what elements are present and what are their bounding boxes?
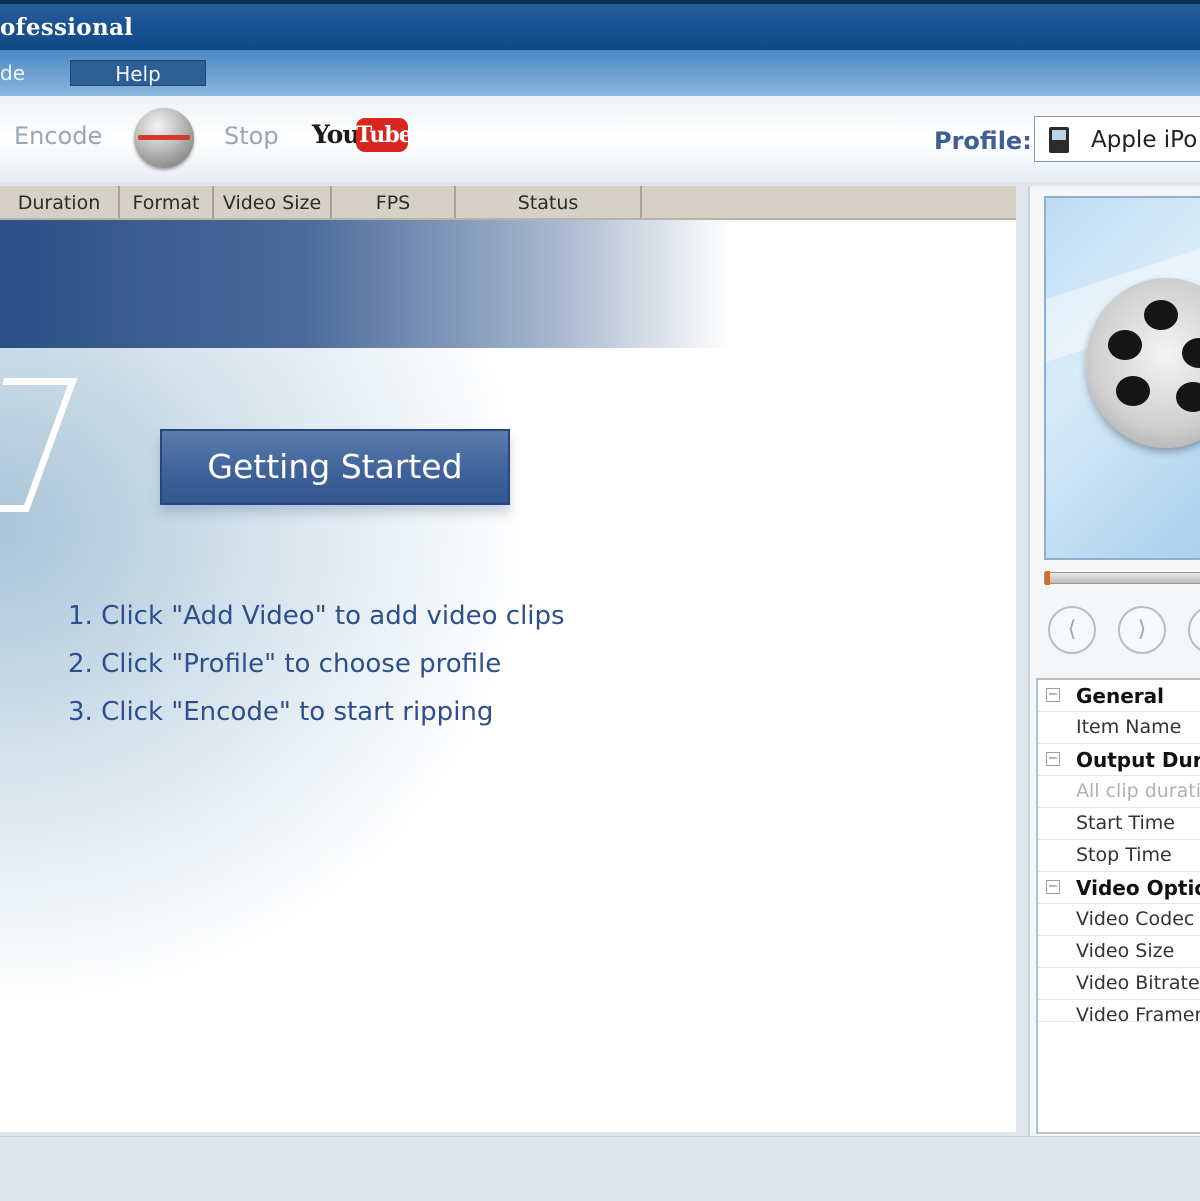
property-group-video-options[interactable]: − Video Optio: [1038, 872, 1200, 904]
collapse-icon[interactable]: −: [1046, 880, 1060, 894]
property-row: All clip duratio: [1038, 776, 1200, 808]
menu-help[interactable]: Help: [70, 60, 206, 86]
reel-hole: [1176, 382, 1200, 412]
property-row[interactable]: Item Name: [1038, 712, 1200, 744]
property-row[interactable]: Stop Time: [1038, 840, 1200, 872]
column-status[interactable]: Status: [456, 186, 642, 218]
property-label: Video Optio: [1076, 876, 1200, 900]
property-row[interactable]: Video Codec: [1038, 904, 1200, 936]
welcome-banner: [0, 220, 1016, 348]
record-icon[interactable]: [134, 108, 194, 168]
property-label: Video Size: [1076, 940, 1175, 962]
property-group-general[interactable]: − General: [1038, 680, 1200, 712]
property-label: Start Time: [1076, 812, 1175, 834]
step-2-text: 2. Click "Profile" to choose profile: [68, 649, 502, 679]
step-3-text: 3. Click "Encode" to start ripping: [68, 697, 494, 727]
property-label: Video Framer: [1076, 1004, 1200, 1022]
property-row[interactable]: Video Size: [1038, 936, 1200, 968]
profile-select-value: Apple iPo: [1091, 127, 1198, 153]
column-format[interactable]: Format: [120, 186, 214, 218]
window-title: ofessional: [0, 14, 134, 41]
file-list-header: Duration Format Video Size FPS Status: [0, 186, 1016, 220]
youtube-logo-you: You: [312, 120, 361, 149]
property-row[interactable]: Video Framer: [1038, 1000, 1200, 1022]
property-label: Item Name: [1076, 716, 1182, 738]
property-label: Video Codec: [1076, 908, 1195, 930]
property-group-output-duration[interactable]: − Output Dura: [1038, 744, 1200, 776]
property-row[interactable]: Start Time: [1038, 808, 1200, 840]
column-duration[interactable]: Duration: [0, 186, 120, 218]
youtube-logo-tube: Tube: [356, 118, 413, 152]
collapse-icon[interactable]: −: [1046, 752, 1060, 766]
record-stripe: [138, 135, 190, 140]
column-video-size[interactable]: Video Size: [214, 186, 332, 218]
collapse-icon[interactable]: −: [1046, 688, 1060, 702]
preview-window: [1044, 196, 1200, 560]
reel-hole: [1116, 376, 1150, 406]
ipod-icon: [1049, 127, 1069, 153]
menu-mode[interactable]: de: [0, 60, 25, 86]
stop-button[interactable]: Stop: [224, 122, 279, 150]
properties-panel: − General Item Name − Output Dura All cl…: [1036, 678, 1200, 1134]
youtube-upload-button[interactable]: You Tube: [312, 118, 413, 154]
status-bar: [0, 1136, 1200, 1201]
property-label: General: [1076, 684, 1164, 708]
property-label: Stop Time: [1076, 844, 1172, 866]
preview-seek-bar[interactable]: [1044, 571, 1200, 585]
reel-hole: [1144, 300, 1178, 330]
play-icon[interactable]: ⟩: [1118, 606, 1166, 654]
property-label: Output Dura: [1076, 748, 1200, 772]
encode-button[interactable]: Encode: [14, 122, 102, 150]
profile-select[interactable]: Apple iPo: [1034, 116, 1200, 162]
step-1-text: 1. Click "Add Video" to add video clips: [68, 601, 565, 631]
title-bar: [0, 0, 1200, 50]
getting-started-button[interactable]: Getting Started: [160, 429, 510, 505]
file-list-area[interactable]: Getting Started 1. Click "Add Video" to …: [0, 220, 1016, 1132]
seek-thumb[interactable]: [1045, 571, 1050, 585]
reel-hole: [1182, 338, 1200, 368]
reel-hole: [1108, 330, 1142, 360]
column-fps[interactable]: FPS: [332, 186, 456, 218]
snapshot-icon[interactable]: ⟨: [1048, 606, 1096, 654]
property-label: Video Bitrate: [1076, 972, 1200, 994]
property-label: All clip duratio: [1076, 780, 1200, 802]
property-row[interactable]: Video Bitrate: [1038, 968, 1200, 1000]
profile-label: Profile:: [934, 127, 1032, 155]
